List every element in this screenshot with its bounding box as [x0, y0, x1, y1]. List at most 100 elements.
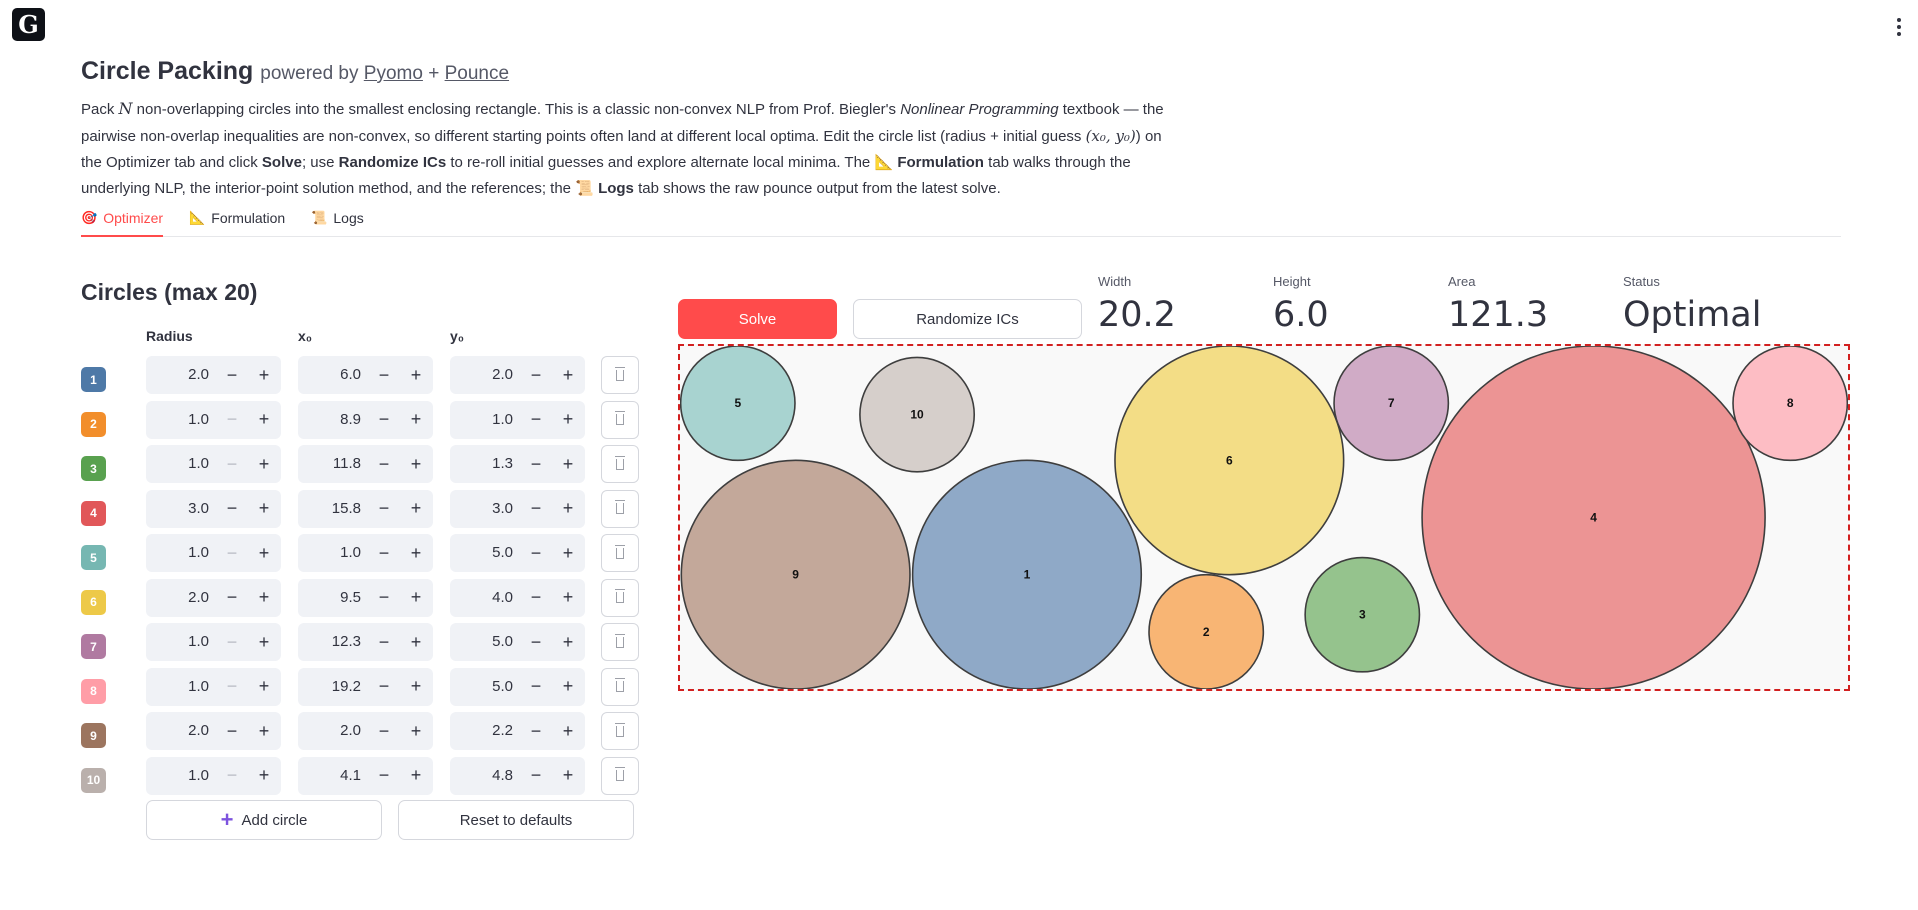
- increment-button[interactable]: +: [249, 579, 279, 617]
- decrement-button[interactable]: −: [369, 712, 399, 750]
- increment-button[interactable]: +: [553, 445, 583, 483]
- increment-button[interactable]: +: [249, 356, 279, 394]
- increment-button[interactable]: +: [249, 623, 279, 661]
- y0-value[interactable]: 1.0: [492, 411, 513, 428]
- radius-stepper[interactable]: 1.0− +: [146, 667, 281, 706]
- delete-circle-button[interactable]: [601, 712, 639, 750]
- x0-value[interactable]: 15.8: [332, 500, 361, 517]
- increment-button[interactable]: +: [249, 668, 279, 706]
- increment-button[interactable]: +: [401, 445, 431, 483]
- increment-button[interactable]: +: [553, 668, 583, 706]
- decrement-button[interactable]: −: [521, 712, 551, 750]
- y0-value[interactable]: 2.0: [492, 366, 513, 383]
- increment-button[interactable]: +: [553, 401, 583, 439]
- decrement-button[interactable]: −: [521, 356, 551, 394]
- increment-button[interactable]: +: [401, 579, 431, 617]
- pyomo-link[interactable]: Pyomo: [364, 63, 423, 84]
- radius-value[interactable]: 1.0: [188, 767, 209, 784]
- decrement-button[interactable]: −: [521, 757, 551, 795]
- increment-button[interactable]: +: [553, 534, 583, 572]
- decrement-button[interactable]: −: [521, 401, 551, 439]
- x0-stepper[interactable]: 9.5− +: [298, 578, 433, 617]
- delete-circle-button[interactable]: [601, 667, 639, 706]
- x0-stepper[interactable]: 8.9− +: [298, 400, 433, 439]
- x0-value[interactable]: 6.0: [340, 366, 361, 383]
- x0-value[interactable]: 4.1: [340, 767, 361, 784]
- radius-value[interactable]: 1.0: [188, 633, 209, 650]
- decrement-button[interactable]: −: [369, 668, 399, 706]
- delete-circle-button[interactable]: [601, 400, 639, 439]
- radius-stepper[interactable]: 1.0− +: [146, 445, 281, 483]
- x0-stepper[interactable]: 15.8− +: [298, 489, 433, 528]
- decrement-button[interactable]: −: [369, 445, 399, 483]
- randomize-ics-button[interactable]: Randomize ICs: [853, 299, 1082, 339]
- increment-button[interactable]: +: [401, 534, 431, 572]
- x0-stepper[interactable]: 1.0− +: [298, 534, 433, 572]
- radius-stepper[interactable]: 1.0− +: [146, 623, 281, 661]
- decrement-button[interactable]: −: [369, 401, 399, 439]
- x0-value[interactable]: 11.8: [333, 455, 361, 472]
- main-menu-icon[interactable]: [1896, 18, 1902, 36]
- increment-button[interactable]: +: [249, 490, 279, 528]
- radius-stepper[interactable]: 2.0− +: [146, 356, 281, 394]
- decrement-button[interactable]: −: [521, 490, 551, 528]
- delete-circle-button[interactable]: [601, 756, 639, 795]
- reset-defaults-button[interactable]: Reset to defaults: [398, 800, 634, 840]
- y0-value[interactable]: 4.0: [492, 589, 513, 606]
- x0-stepper[interactable]: 2.0− +: [298, 712, 433, 750]
- delete-circle-button[interactable]: [601, 534, 639, 572]
- radius-value[interactable]: 1.0: [188, 544, 209, 561]
- y0-value[interactable]: 1.3: [492, 455, 513, 472]
- y0-stepper[interactable]: 2.0− +: [450, 356, 585, 394]
- tab-optimizer[interactable]: 🎯 Optimizer: [81, 204, 164, 237]
- increment-button[interactable]: +: [401, 757, 431, 795]
- y0-value[interactable]: 4.8: [492, 767, 513, 784]
- decrement-button[interactable]: −: [369, 356, 399, 394]
- increment-button[interactable]: +: [401, 623, 431, 661]
- increment-button[interactable]: +: [401, 490, 431, 528]
- increment-button[interactable]: +: [553, 712, 583, 750]
- y0-stepper[interactable]: 5.0− +: [450, 623, 585, 661]
- decrement-button[interactable]: −: [521, 445, 551, 483]
- radius-stepper[interactable]: 3.0− +: [146, 489, 281, 528]
- radius-stepper[interactable]: 2.0− +: [146, 712, 281, 750]
- increment-button[interactable]: +: [553, 356, 583, 394]
- delete-circle-button[interactable]: [601, 445, 639, 483]
- x0-stepper[interactable]: 12.3− +: [298, 623, 433, 661]
- increment-button[interactable]: +: [553, 757, 583, 795]
- x0-value[interactable]: 9.5: [340, 589, 361, 606]
- y0-stepper[interactable]: 1.0− +: [450, 400, 585, 439]
- pounce-link[interactable]: Pounce: [445, 63, 509, 84]
- decrement-button[interactable]: −: [217, 579, 247, 617]
- radius-stepper[interactable]: 2.0− +: [146, 578, 281, 617]
- decrement-button[interactable]: −: [217, 490, 247, 528]
- decrement-button[interactable]: −: [217, 445, 247, 483]
- y0-value[interactable]: 2.2: [492, 722, 513, 739]
- increment-button[interactable]: +: [249, 445, 279, 483]
- tab-formulation[interactable]: 📐 Formulation: [189, 204, 285, 236]
- x0-stepper[interactable]: 11.8− +: [298, 445, 433, 483]
- add-circle-button[interactable]: + Add circle: [146, 800, 382, 840]
- tab-logs[interactable]: 📜 Logs: [311, 204, 364, 236]
- solve-button[interactable]: Solve: [678, 299, 837, 339]
- increment-button[interactable]: +: [553, 490, 583, 528]
- delete-circle-button[interactable]: [601, 578, 639, 617]
- delete-circle-button[interactable]: [601, 623, 639, 661]
- x0-stepper[interactable]: 6.0− +: [298, 356, 433, 394]
- increment-button[interactable]: +: [553, 579, 583, 617]
- decrement-button[interactable]: −: [521, 668, 551, 706]
- decrement-button[interactable]: −: [369, 623, 399, 661]
- x0-stepper[interactable]: 4.1− +: [298, 756, 433, 795]
- radius-stepper[interactable]: 1.0− +: [146, 534, 281, 572]
- x0-value[interactable]: 1.0: [340, 544, 361, 561]
- increment-button[interactable]: +: [401, 712, 431, 750]
- decrement-button[interactable]: −: [217, 401, 247, 439]
- x0-value[interactable]: 12.3: [332, 633, 361, 650]
- decrement-button[interactable]: −: [217, 356, 247, 394]
- decrement-button[interactable]: −: [217, 712, 247, 750]
- decrement-button[interactable]: −: [217, 623, 247, 661]
- radius-value[interactable]: 1.0: [188, 678, 209, 695]
- delete-circle-button[interactable]: [601, 489, 639, 528]
- increment-button[interactable]: +: [249, 757, 279, 795]
- decrement-button[interactable]: −: [369, 490, 399, 528]
